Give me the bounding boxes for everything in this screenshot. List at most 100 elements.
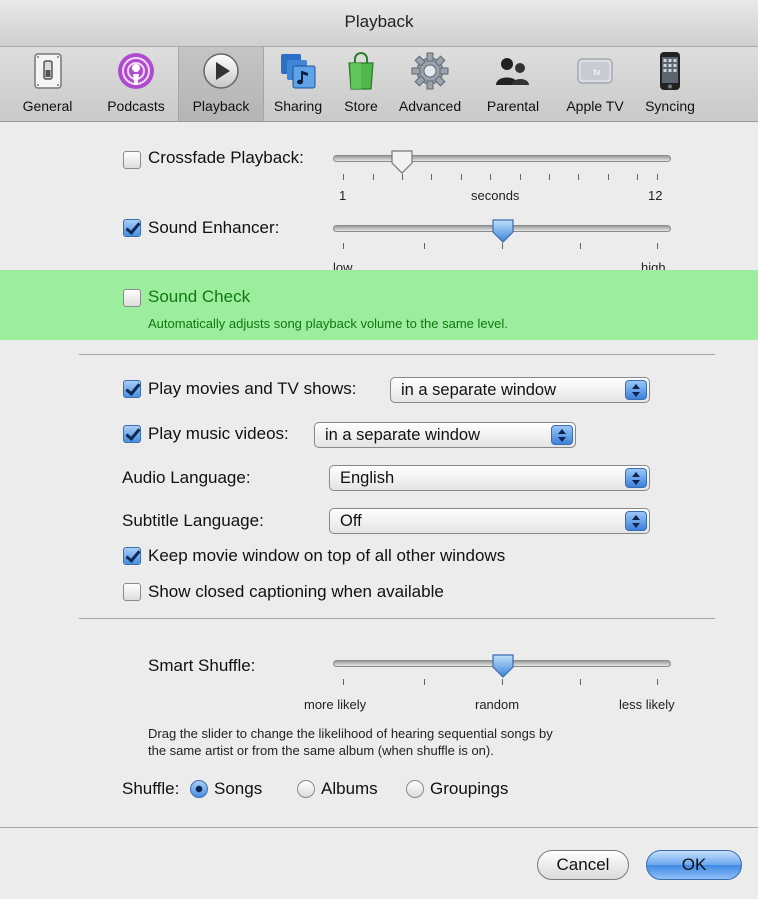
enhancer-tick xyxy=(657,243,658,249)
shuffle-label: Shuffle: xyxy=(122,779,180,798)
play-music-videos-select-value: in a separate window xyxy=(325,426,481,444)
audio-language-select[interactable]: English xyxy=(329,465,650,491)
tab-sharing-label: Sharing xyxy=(273,98,323,114)
sound-check-label: Sound Check xyxy=(148,287,251,306)
tab-podcasts[interactable]: Podcasts xyxy=(95,47,177,121)
closed-captioning-label: Show closed captioning when available xyxy=(148,582,444,601)
shuffle-radio-songs[interactable] xyxy=(190,780,208,798)
play-movies-checkbox[interactable] xyxy=(123,380,141,398)
tab-advanced[interactable]: Advanced xyxy=(389,47,471,121)
tab-store[interactable]: Store xyxy=(333,47,389,121)
updown-arrows-icon xyxy=(551,425,573,445)
sound-enhancer-label: Sound Enhancer: xyxy=(148,218,280,237)
tab-syncing[interactable]: Syncing xyxy=(635,47,705,121)
gear-icon xyxy=(411,52,449,90)
crossfade-tick xyxy=(549,174,550,180)
iphone-icon xyxy=(660,52,680,90)
crossfade-tick xyxy=(461,174,462,180)
enhancer-tick xyxy=(343,243,344,249)
people-icon xyxy=(496,58,529,85)
switch-icon xyxy=(33,53,62,89)
shuffle-radio-groupings[interactable] xyxy=(406,780,424,798)
sound-enhancer-checkbox[interactable] xyxy=(123,219,141,237)
play-icon xyxy=(203,53,239,89)
smart-shuffle-mid-label: random xyxy=(475,697,520,712)
shuffle-tick xyxy=(343,679,344,685)
tab-parental-label: Parental xyxy=(486,98,540,114)
audio-language-select-value: English xyxy=(340,469,395,487)
tab-apple-tv[interactable]: tv Apple TV xyxy=(555,47,635,121)
subtitle-language-label: Subtitle Language: xyxy=(122,511,264,530)
separator xyxy=(79,618,715,619)
play-music-videos-checkbox[interactable] xyxy=(123,425,141,443)
play-movies-label: Play movies and TV shows: xyxy=(148,379,357,398)
smart-shuffle-help-line1: Drag the slider to change the likelihood… xyxy=(148,726,553,741)
updown-arrows-icon xyxy=(625,511,647,531)
subtitle-language-select-value: Off xyxy=(340,512,362,530)
cancel-button[interactable]: Cancel xyxy=(537,850,629,880)
keep-on-top-checkbox[interactable] xyxy=(123,547,141,565)
crossfade-label: Crossfade Playback: xyxy=(148,148,304,167)
enhancer-tick xyxy=(424,243,425,249)
tab-sharing[interactable]: Sharing xyxy=(263,47,333,121)
separator xyxy=(0,827,758,828)
crossfade-unit-label: seconds xyxy=(471,188,520,203)
shuffle-tick xyxy=(580,679,581,685)
shuffle-tick xyxy=(502,679,503,685)
title-bar: Playback xyxy=(0,0,758,47)
crossfade-tick xyxy=(657,174,658,180)
sound-enhancer-slider-knob[interactable] xyxy=(491,218,515,244)
tab-general[interactable]: General xyxy=(0,47,95,121)
tab-syncing-label: Syncing xyxy=(645,98,695,114)
tab-store-label: Store xyxy=(344,98,378,114)
play-movies-select[interactable]: in a separate window xyxy=(390,377,650,403)
crossfade-tick xyxy=(343,174,344,180)
preferences-toolbar: General Podcasts Playback Sharing Store … xyxy=(0,47,758,122)
keep-on-top-label: Keep movie window on top of all other wi… xyxy=(148,546,506,565)
tab-playback[interactable]: Playback xyxy=(178,47,264,121)
smart-shuffle-slider-knob[interactable] xyxy=(491,653,515,679)
crossfade-slider-knob[interactable] xyxy=(390,149,414,175)
updown-arrows-icon xyxy=(625,380,647,400)
tab-apple-tv-label: Apple TV xyxy=(566,98,624,114)
subtitle-language-select[interactable]: Off xyxy=(329,508,650,534)
crossfade-slider-track[interactable] xyxy=(333,155,671,162)
audio-language-label: Audio Language: xyxy=(122,468,251,487)
tab-advanced-label: Advanced xyxy=(398,98,462,114)
crossfade-tick xyxy=(373,174,374,180)
play-movies-select-value: in a separate window xyxy=(401,381,557,399)
crossfade-tick xyxy=(431,174,432,180)
podcast-icon xyxy=(118,53,154,89)
tab-podcasts-label: Podcasts xyxy=(107,98,165,114)
shuffle-option-songs[interactable]: Songs xyxy=(214,779,262,799)
ok-button[interactable]: OK xyxy=(646,850,742,880)
shuffle-option-groupings[interactable]: Groupings xyxy=(430,779,508,799)
shuffle-option-albums[interactable]: Albums xyxy=(321,779,378,799)
apple-tv-icon-text: tv xyxy=(593,67,601,77)
sound-check-checkbox[interactable] xyxy=(123,289,141,307)
crossfade-tick xyxy=(637,174,638,180)
shuffle-radio-albums[interactable] xyxy=(297,780,315,798)
shuffle-tick xyxy=(657,679,658,685)
window-title: Playback xyxy=(344,12,414,31)
play-music-videos-label: Play music videos: xyxy=(148,424,289,443)
crossfade-min-label: 1 xyxy=(339,188,347,203)
smart-shuffle-label: Smart Shuffle: xyxy=(148,656,256,675)
shopping-bag-icon xyxy=(348,52,374,90)
tab-general-label: General xyxy=(22,98,73,114)
crossfade-checkbox[interactable] xyxy=(123,151,141,169)
play-music-videos-select[interactable]: in a separate window xyxy=(314,422,576,448)
smart-shuffle-help-line2: the same artist or from the same album (… xyxy=(148,743,494,758)
separator xyxy=(79,354,715,355)
shuffle-tick xyxy=(424,679,425,685)
tab-parental[interactable]: Parental xyxy=(471,47,555,121)
crossfade-tick xyxy=(608,174,609,180)
crossfade-max-label: 12 xyxy=(648,188,663,203)
crossfade-tick xyxy=(490,174,491,180)
sharing-icon xyxy=(281,54,316,89)
smart-shuffle-left-label: more likely xyxy=(304,697,367,712)
closed-captioning-checkbox[interactable] xyxy=(123,583,141,601)
updown-arrows-icon xyxy=(625,468,647,488)
preferences-window: Playback General Podcasts Playback Shari… xyxy=(0,0,758,899)
enhancer-tick xyxy=(580,243,581,249)
